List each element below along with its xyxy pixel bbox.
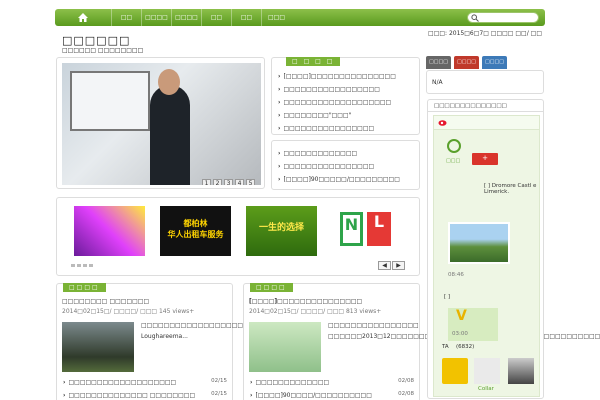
follow-button[interactable]: + bbox=[472, 153, 498, 165]
weibo-widget: □□□□□□□□□□□□□□ □□□ + [ ] Dromore Castl e… bbox=[427, 99, 544, 399]
post-text: [ ] bbox=[444, 294, 451, 300]
news-meta: 2014□02□15□/ □□□□/ □□□ 813 views+ bbox=[249, 308, 382, 315]
next-arrow-icon[interactable]: ▶ bbox=[392, 261, 405, 270]
tab-content: N/A bbox=[426, 70, 544, 94]
tab-2[interactable]: □□□□ bbox=[454, 56, 479, 69]
presenter bbox=[150, 85, 190, 185]
nav-item-3[interactable]: □□□□ bbox=[171, 9, 201, 26]
fans-label: TA bbox=[442, 344, 449, 350]
news-date: 02/15 bbox=[211, 378, 227, 384]
post-image[interactable] bbox=[448, 222, 510, 264]
widget-body: □□□ + [ ] Dromore Castl e Limerick. 08:4… bbox=[433, 115, 540, 397]
slide-page[interactable]: 5 bbox=[246, 179, 255, 185]
ad-banner-2[interactable]: 都柏林 华人出租车服务 bbox=[160, 206, 231, 256]
list-item[interactable]: □□□□□□□□□□□□□□□□ bbox=[278, 160, 400, 173]
site-title[interactable]: □□□□□□ bbox=[62, 34, 130, 47]
list-item[interactable]: □□□□□□□□□□□□□□□□ bbox=[278, 122, 396, 135]
news-thumbnail[interactable] bbox=[249, 322, 321, 372]
date-bar: □□□: 2015□6□7□ □□□□ □□/ □□ bbox=[428, 30, 542, 37]
fans-count: (6832) bbox=[456, 344, 475, 350]
home-icon[interactable] bbox=[55, 9, 111, 26]
news-date: 02/15 bbox=[211, 391, 227, 397]
nav-item-6[interactable]: □□□ bbox=[261, 9, 291, 26]
slide-page[interactable]: 3 bbox=[224, 179, 233, 185]
news-links: □□□□□□□□□□□□□ [□□□□]90□□□□/□□□□□□□□□□ bbox=[250, 376, 415, 400]
list-item[interactable]: □□□□□□□□□□□□□ bbox=[250, 376, 415, 389]
featured-list-2: □□□□□□□□□□□□□ □□□□□□□□□□□□□□□□ [□□□□]90□… bbox=[271, 140, 420, 190]
ad-banner-4[interactable]: N L bbox=[337, 206, 395, 256]
news-thumbnail[interactable] bbox=[62, 322, 134, 372]
news-date: 02/08 bbox=[398, 391, 414, 397]
prev-arrow-icon[interactable]: ◀ bbox=[378, 261, 391, 270]
news-date: 02/08 bbox=[398, 378, 414, 384]
list-item[interactable]: □□□□□□□□□□□□□□ □□□□□□□□ bbox=[63, 389, 228, 400]
search-input[interactable] bbox=[467, 12, 539, 23]
top-nav: □□ □□□□ □□□□ □□ □□ □□□ bbox=[55, 9, 545, 26]
avatar[interactable] bbox=[442, 358, 468, 384]
section-tag: □□□□ bbox=[250, 283, 293, 292]
post-text: [ ] Dromore Castl e Limerick. bbox=[484, 183, 537, 195]
list-item[interactable]: □□□□□□□□□□□□□ bbox=[278, 147, 400, 160]
news-title[interactable]: [□□□□]□□□□□□□□□□□□□□□ bbox=[249, 298, 362, 305]
featured-slider: 1 2 3 4 5 bbox=[56, 57, 265, 189]
list-item[interactable]: □□□□□□□□□□□□□□□□□□□ bbox=[63, 376, 228, 389]
svg-text:□□□: □□□ bbox=[446, 158, 460, 164]
news-meta: 2014□02□15□/ □□□□/ □□□ 145 views+ bbox=[62, 308, 195, 315]
site-subtitle: □□□□□□ □□□□□□□□ bbox=[62, 47, 144, 54]
news-title[interactable]: □□□□□□□□ □□□□□□□ bbox=[62, 298, 149, 305]
tab-text: N/A bbox=[432, 79, 443, 86]
post-time: 03:00 bbox=[452, 331, 468, 337]
widget-title: □□□□□□□□□□□□□□ bbox=[428, 100, 543, 112]
avatar[interactable] bbox=[508, 358, 534, 384]
tab-1[interactable]: □□□□ bbox=[426, 56, 451, 69]
featured-list: □ □ □ □ [□□□□]□□□□□□□□□□□□□□□ □□□□□□□□□□… bbox=[271, 57, 420, 135]
widget-toolbar bbox=[434, 116, 539, 130]
featured-links-2: □□□□□□□□□□□□□ □□□□□□□□□□□□□□□□ [□□□□]90□… bbox=[278, 147, 400, 186]
slider-pagination: 1 2 3 4 5 bbox=[202, 179, 255, 185]
presentation-screen bbox=[70, 71, 150, 131]
weibo-icon[interactable] bbox=[438, 119, 447, 126]
list-item[interactable]: □□□□□□□□"□□□" bbox=[278, 109, 396, 122]
nav-item-2[interactable]: □□□□ bbox=[141, 9, 171, 26]
sidebar-tabs: □□□□ □□□□ □□□□ bbox=[426, 56, 507, 69]
page: □□ □□□□ □□□□ □□ □□ □□□ □□□□□□ □□□□□□ □□□… bbox=[0, 0, 600, 400]
post-time: 08:46 bbox=[448, 272, 464, 278]
featured-links: [□□□□]□□□□□□□□□□□□□□□ □□□□□□□□□□□□□□□□□ … bbox=[278, 70, 396, 135]
ad-pagination bbox=[71, 264, 93, 267]
slide-page[interactable]: 1 bbox=[202, 179, 211, 185]
news-links: □□□□□□□□□□□□□□□□□□□ □□□□□□□□□□□□□□ □□□□□… bbox=[63, 376, 228, 400]
section-tag: □□□□ bbox=[63, 283, 106, 292]
ad-arrows: ◀ ▶ bbox=[378, 261, 405, 270]
nav-item-4[interactable]: □□ bbox=[201, 9, 231, 26]
nav-item-1[interactable]: □□ bbox=[111, 9, 141, 26]
presenter-head bbox=[158, 69, 180, 95]
news-column-1: □□□□ □□□□□□□□ □□□□□□□ 2014□02□15□/ □□□□/… bbox=[56, 283, 412, 400]
ad-logo-l: L bbox=[367, 212, 391, 246]
section-tag: □ □ □ □ bbox=[286, 57, 341, 66]
avatar[interactable] bbox=[474, 358, 500, 384]
slide-page[interactable]: 4 bbox=[235, 179, 244, 185]
news-excerpt: □□□□□□□□□□□□□□□□□□□□□□□□□□□□□□□□□□□□□□□□… bbox=[141, 322, 412, 340]
slide-image[interactable]: 1 2 3 4 5 bbox=[62, 63, 261, 185]
news-column-2: □□□□ [□□□□]□□□□□□□□□□□□□□□ 2014□02□15□/ … bbox=[243, 283, 600, 400]
ad-carousel: 都柏林 华人出租车服务 一生的选择 N L ◀ ▶ bbox=[56, 197, 420, 276]
nav-item-5[interactable]: □□ bbox=[231, 9, 261, 26]
avatar-name: Collar bbox=[478, 386, 494, 392]
list-item[interactable]: [□□□□]□□□□□□□□□□□□□□□ bbox=[278, 70, 395, 83]
slide-page[interactable]: 2 bbox=[213, 179, 222, 185]
ad-banner-3[interactable]: 一生的选择 bbox=[246, 206, 317, 256]
list-item[interactable]: [□□□□]90□□□□□/□□□□□□□□□ bbox=[278, 173, 399, 186]
ad-banner-1[interactable] bbox=[74, 206, 145, 256]
ad-logo-n: N bbox=[340, 212, 363, 246]
community-logo[interactable]: □□□ bbox=[444, 138, 464, 166]
tab-3[interactable]: □□□□ bbox=[482, 56, 507, 69]
news-excerpt: □□□□□□□□□□□□□□□□ □□□□□□2013□12□□□□□□□□□□… bbox=[328, 322, 600, 340]
list-item[interactable]: □□□□□□□□□□□□□□□□□ bbox=[278, 83, 396, 96]
list-item[interactable]: □□□□□□□□□□□□□□□□□□□ bbox=[278, 96, 396, 109]
list-item[interactable]: [□□□□]90□□□□/□□□□□□□□□□ bbox=[250, 389, 415, 400]
search-icon bbox=[471, 14, 479, 22]
